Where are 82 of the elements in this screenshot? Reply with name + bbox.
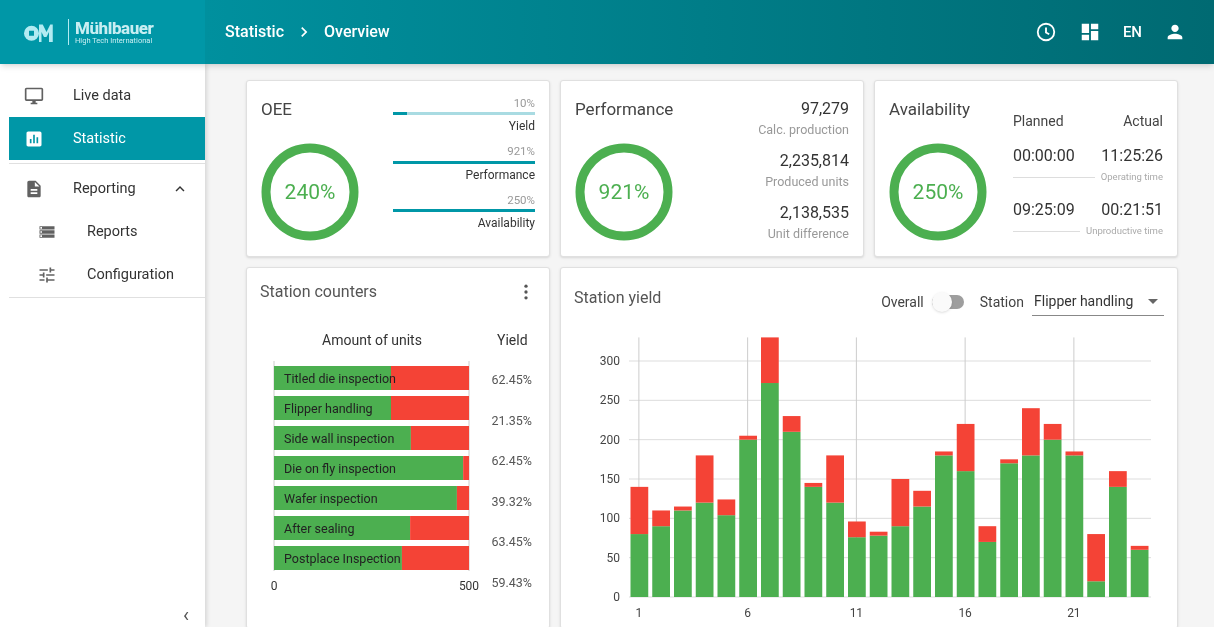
bar: [463, 456, 469, 480]
card-title: Station counters: [260, 281, 378, 303]
axis-label: 6: [744, 606, 751, 620]
axis-label: 0: [270, 579, 278, 593]
stat-label: Unit difference: [767, 224, 849, 243]
nav-item[interactable]: Reports: [9, 210, 205, 253]
bar-label: Flipper handling: [284, 400, 373, 416]
axis-label: 200: [599, 432, 620, 447]
column-header: Actual: [1123, 112, 1163, 131]
bar: [401, 546, 469, 570]
language-button[interactable]: EN: [1122, 20, 1142, 44]
toggle-switch[interactable]: [931, 292, 966, 312]
stat-label: Produced units: [765, 172, 849, 191]
bar-label: Wafer inspection: [284, 490, 378, 506]
time-value: 09:25:09: [1013, 199, 1075, 222]
bar: [391, 396, 469, 420]
nav-item[interactable]: Live data: [9, 74, 205, 117]
time-value: 00:00:00: [1013, 145, 1075, 167]
bar-label: Postplace Inspection: [284, 550, 401, 566]
ring-value: 240%: [284, 179, 336, 204]
axis-label: 100: [599, 511, 620, 526]
field-label: Station: [979, 292, 1024, 312]
bar-reading: 921%: [507, 143, 535, 161]
bar: [630, 486, 649, 535]
stat-label: Calc. production: [758, 121, 849, 139]
axis-label: 300: [599, 354, 620, 368]
bar-label: Performance: [465, 166, 535, 184]
bar: [630, 534, 649, 597]
bar-label: Yield: [508, 118, 535, 136]
yield-value: 59.43%: [491, 573, 532, 592]
bar-reading: 10%: [513, 95, 535, 112]
card-title: Availability: [889, 98, 972, 121]
time-value: 11:25:26: [1101, 145, 1163, 167]
axis-label: 250: [599, 393, 620, 408]
yield-value: 62.45%: [491, 371, 532, 389]
yield-value: 63.45%: [491, 533, 532, 551]
axis-label: 16: [958, 606, 972, 620]
breadcrumb-item[interactable]: Overview: [324, 20, 390, 44]
clock-icon[interactable]: [1034, 21, 1057, 43]
stat-value: 2,235,814: [779, 149, 849, 172]
stat-value: 2,138,535: [779, 201, 849, 224]
chart-title: Amount of units: [321, 331, 423, 350]
axis-label: 50: [606, 550, 620, 565]
breadcrumb-item[interactable]: Statistic: [225, 20, 285, 44]
bar-label: After sealing: [284, 520, 355, 536]
stat-value: 97,279: [800, 98, 849, 120]
ring-value: 921%: [598, 179, 650, 204]
axis-label: 1: [635, 606, 643, 620]
bar: [410, 426, 469, 450]
card-title: OEE: [261, 98, 294, 121]
ring-value: 250%: [912, 179, 964, 204]
time-value: 00:21:51: [1101, 199, 1163, 222]
bar-label: Availability: [477, 214, 535, 232]
yield-value: 39.32%: [491, 492, 532, 511]
axis-label: 21: [1067, 606, 1081, 620]
document-icon: [24, 178, 44, 199]
axis-label: 150: [599, 472, 620, 486]
collapse-button[interactable]: ‹: [183, 605, 189, 625]
column-header: Yield: [497, 331, 528, 350]
bar-reading: 250%: [507, 191, 535, 209]
time-label: Unproductive time: [1086, 224, 1163, 239]
logo-name: Mühlbauer: [75, 19, 154, 37]
nav-item[interactable]: Reporting: [9, 167, 205, 210]
yield-value: 21.35%: [491, 411, 532, 430]
nav-item[interactable]: Configuration: [9, 253, 205, 296]
card-title: Performance: [575, 98, 674, 121]
bar: [410, 516, 469, 540]
yield-value: 62.45%: [491, 452, 532, 470]
axis-label: 11: [849, 606, 864, 620]
monitor-icon: [24, 85, 44, 106]
bar: [456, 486, 469, 510]
card-title: Station yield: [574, 287, 662, 309]
nav-item[interactable]: Statistic: [9, 117, 205, 160]
column-header: Planned: [1013, 112, 1064, 131]
toggle-label: Overall: [881, 292, 924, 312]
dropdown-arrow-icon: [1148, 299, 1158, 304]
axis-label: 500: [458, 579, 480, 593]
station-dropdown[interactable]: Flipper handling: [1032, 288, 1164, 316]
axis-label: 0: [613, 590, 620, 604]
time-label: Operating time: [1100, 170, 1163, 184]
bar-label: Side wall inspection: [284, 430, 395, 446]
bar-label: Die on fly inspection: [284, 460, 396, 476]
